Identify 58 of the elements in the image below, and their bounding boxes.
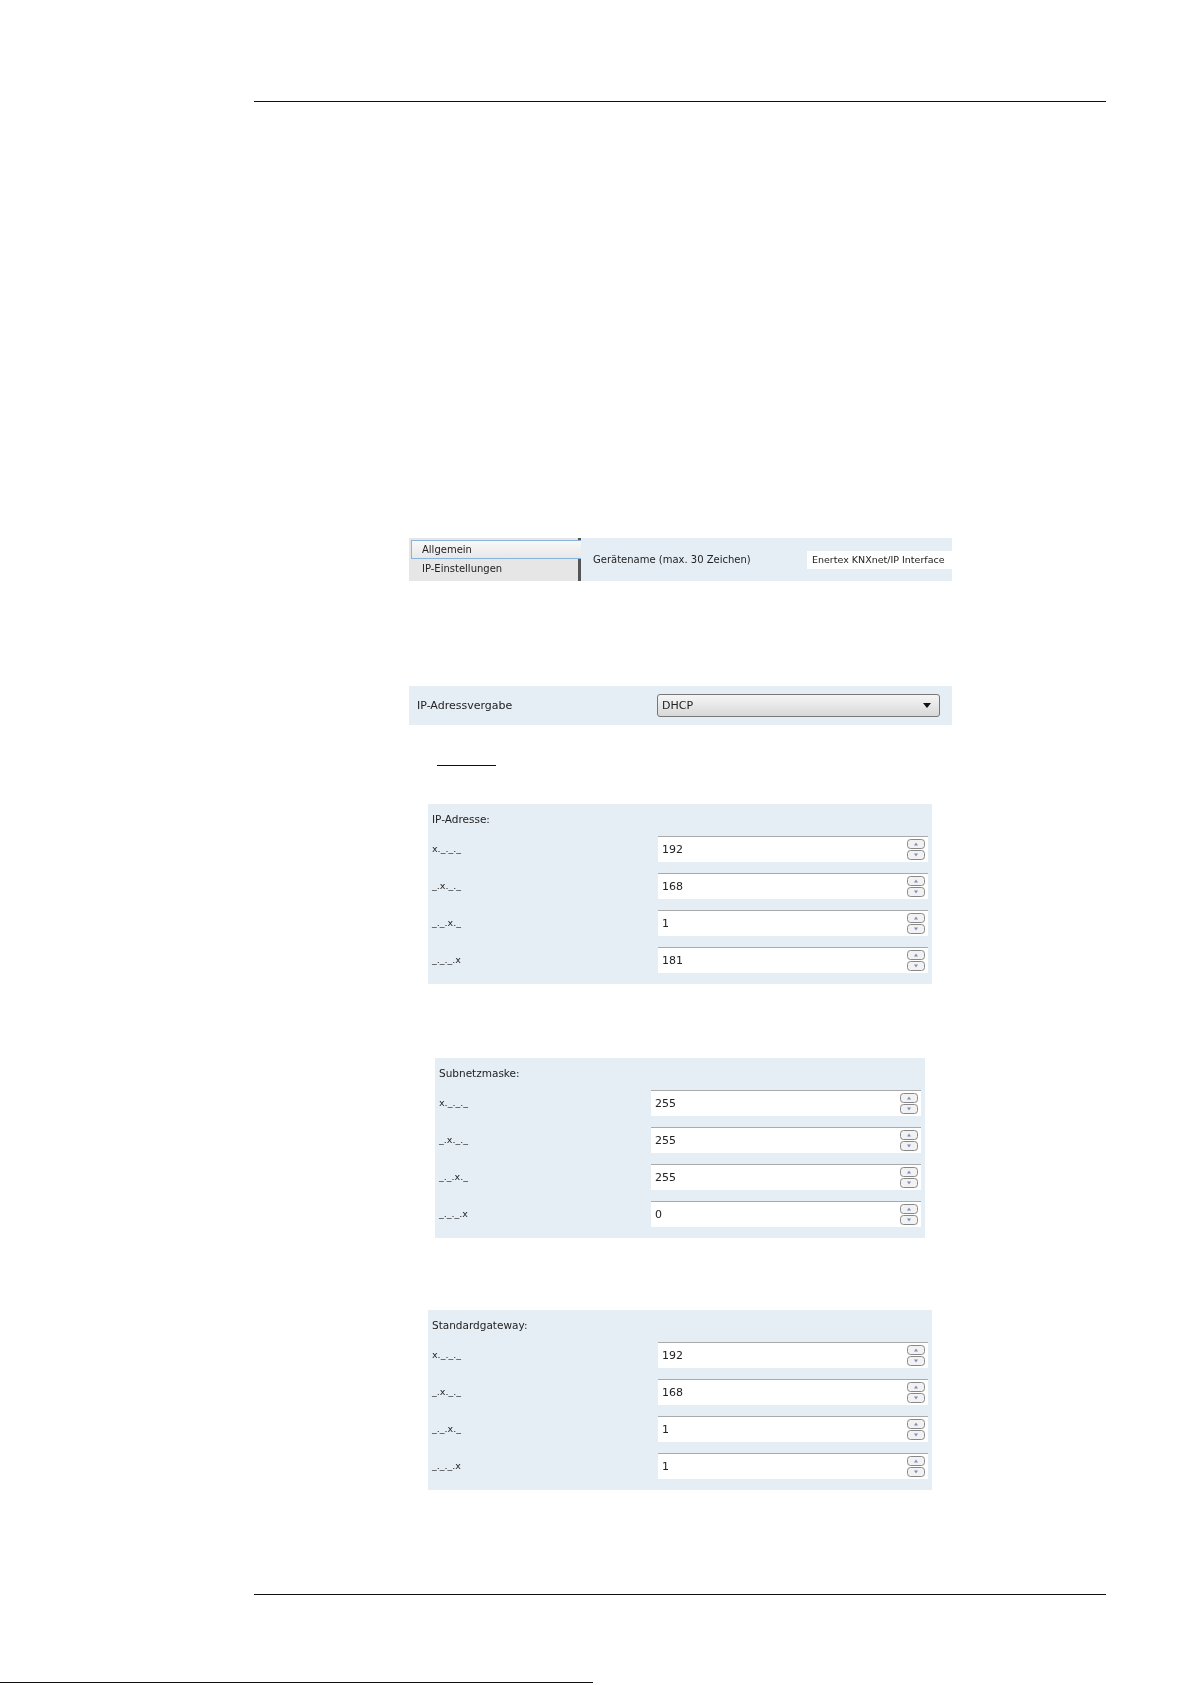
spin-down-icon[interactable] bbox=[907, 1392, 925, 1403]
octet-label: _._._.x bbox=[432, 954, 461, 965]
octet-label: x._._._ bbox=[432, 843, 461, 854]
number-field[interactable]: 168 bbox=[658, 872, 928, 899]
octet-label: _._._.x bbox=[439, 1208, 468, 1219]
spin-up-icon[interactable] bbox=[900, 1203, 918, 1214]
spin-down-icon[interactable] bbox=[907, 849, 925, 860]
spin-down-icon[interactable] bbox=[900, 1214, 918, 1225]
spin-down-icon[interactable] bbox=[907, 1355, 925, 1366]
octet-label: _._._.x bbox=[432, 1460, 461, 1471]
spin-up-icon[interactable] bbox=[907, 838, 925, 849]
spin-down-icon[interactable] bbox=[900, 1177, 918, 1188]
device-name-field[interactable]: Enertex KNXnet/IP Interface bbox=[807, 550, 952, 569]
octet-label: x._._._ bbox=[439, 1097, 468, 1108]
number-field[interactable]: 255 bbox=[651, 1163, 921, 1190]
number-field[interactable]: 0 bbox=[651, 1200, 921, 1227]
octet-label: x._._._ bbox=[432, 1349, 461, 1360]
group-title: Standardgateway: bbox=[432, 1318, 529, 1333]
number-field[interactable]: 1 bbox=[658, 909, 928, 936]
number-field[interactable]: 1 bbox=[658, 1415, 928, 1442]
caret-icon bbox=[923, 703, 931, 708]
spin-down-icon[interactable] bbox=[907, 960, 925, 971]
spin-up-icon[interactable] bbox=[907, 949, 925, 960]
number-field[interactable]: 1 bbox=[658, 1452, 928, 1479]
octet-label: _._.x._ bbox=[432, 1423, 461, 1434]
number-field[interactable]: 181 bbox=[658, 946, 928, 973]
group-title: IP-Adresse: bbox=[432, 812, 491, 827]
spin-down-icon[interactable] bbox=[907, 1429, 925, 1440]
spin-down-icon[interactable] bbox=[907, 1466, 925, 1477]
spin-down-icon[interactable] bbox=[907, 886, 925, 897]
octet-label: _._.x._ bbox=[432, 917, 461, 928]
number-field[interactable]: 168 bbox=[658, 1378, 928, 1405]
spin-up-icon[interactable] bbox=[900, 1166, 918, 1177]
ip-assignment-dropdown[interactable]: DHCP bbox=[657, 694, 940, 717]
spin-up-icon[interactable] bbox=[907, 1455, 925, 1466]
number-field[interactable]: 255 bbox=[651, 1126, 921, 1153]
nav-item[interactable]: Allgemein bbox=[411, 540, 583, 559]
spin-up-icon[interactable] bbox=[900, 1092, 918, 1103]
number-field[interactable]: 255 bbox=[651, 1089, 921, 1116]
field-label: IP-Adressvergabe bbox=[417, 699, 513, 712]
spin-down-icon[interactable] bbox=[900, 1140, 918, 1151]
octet-label: _._.x._ bbox=[439, 1171, 468, 1182]
octet-label: _.x._._ bbox=[439, 1134, 468, 1145]
spin-up-icon[interactable] bbox=[900, 1129, 918, 1140]
number-field[interactable]: 192 bbox=[658, 835, 928, 862]
spin-up-icon[interactable] bbox=[907, 875, 925, 886]
spin-up-icon[interactable] bbox=[907, 1344, 925, 1355]
spin-up-icon[interactable] bbox=[907, 1381, 925, 1392]
spin-up-icon[interactable] bbox=[907, 912, 925, 923]
field-label: Gerätename (max. 30 Zeichen) bbox=[593, 554, 751, 565]
spin-up-icon[interactable] bbox=[907, 1418, 925, 1429]
nav-item[interactable]: IP-Einstellungen bbox=[411, 559, 578, 578]
group-title: Subnetzmaske: bbox=[439, 1066, 521, 1081]
spin-down-icon[interactable] bbox=[907, 923, 925, 934]
spin-down-icon[interactable] bbox=[900, 1103, 918, 1114]
octet-label: _.x._._ bbox=[432, 1386, 461, 1397]
number-field[interactable]: 192 bbox=[658, 1341, 928, 1368]
octet-label: _.x._._ bbox=[432, 880, 461, 891]
